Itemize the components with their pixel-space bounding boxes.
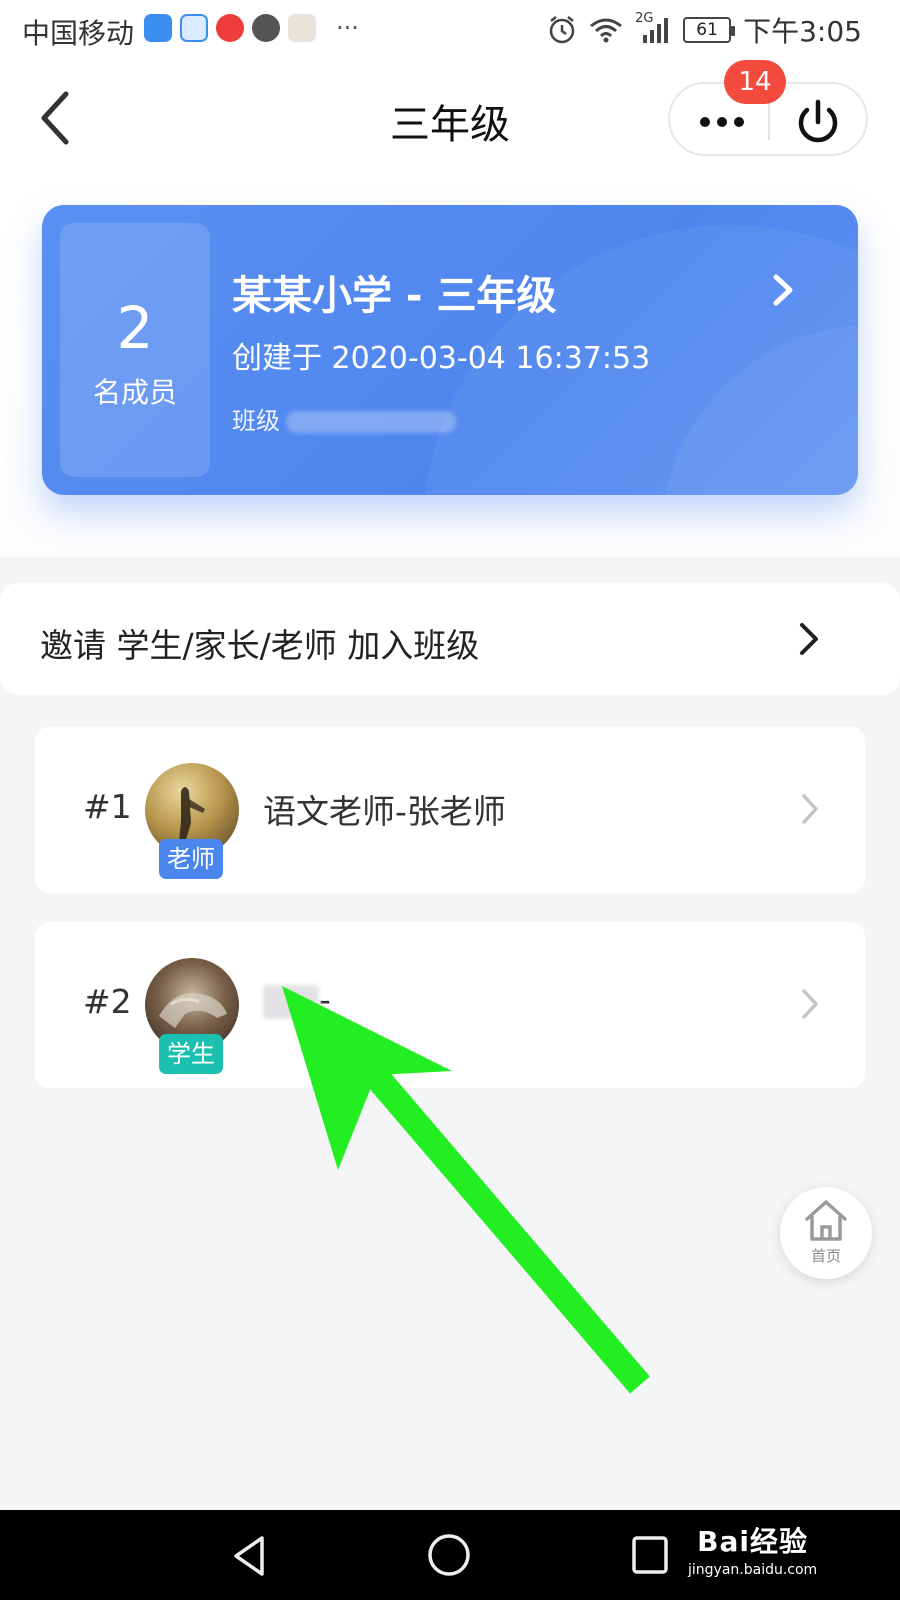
shield-app-icon — [144, 14, 172, 42]
member-name-blurred — [263, 984, 319, 1019]
nav-back-icon[interactable] — [228, 1534, 272, 1578]
member-row[interactable]: #2 学生 - — [35, 922, 865, 1088]
more-notifications-icon: ··· — [336, 14, 359, 42]
carrier-name: 中国移动 — [22, 17, 135, 50]
member-index: #1 — [83, 787, 132, 826]
member-name: - — [319, 980, 331, 1019]
browser-app-icon — [252, 14, 280, 42]
class-code-blurred — [286, 411, 456, 433]
watermark-logo-text: Bai经验 — [697, 1525, 809, 1558]
member-count-label: 名成员 — [92, 376, 177, 409]
member-name: 语文老师-张老师 — [263, 792, 506, 831]
user-app-icon — [180, 14, 208, 42]
member-index: #2 — [83, 982, 132, 1021]
clock: 下午3:05 — [743, 15, 862, 48]
wifi-icon — [590, 18, 623, 43]
chevron-right-icon — [802, 794, 818, 824]
watermark-url: jingyan.baidu.com — [688, 1562, 818, 1578]
status-bar: 中国移动 ··· 2G 61 下午3:05 — [0, 0, 900, 62]
created-time: 创建于 2020-03-04 16:37:53 — [232, 341, 651, 376]
role-tag-student: 学生 — [159, 1034, 223, 1074]
class-code-row: 班级 — [232, 401, 456, 436]
home-label: 首页 — [810, 1247, 841, 1265]
member-name-row: - — [263, 980, 331, 1019]
chevron-right-icon[interactable] — [764, 265, 804, 315]
system-navigation-bar: Bai经验 jingyan.baidu.com — [0, 1510, 900, 1600]
battery-icon: 61 — [683, 17, 736, 43]
nav-recent-apps-icon[interactable] — [630, 1534, 670, 1576]
baidu-jingyan-watermark: Bai经验 jingyan.baidu.com — [688, 1520, 817, 1578]
signal-icon: 2G — [635, 11, 671, 45]
notification-badge: 14 — [724, 60, 786, 104]
nav-home-icon[interactable] — [426, 1532, 472, 1578]
role-tag-teacher: 老师 — [159, 839, 223, 879]
chevron-right-icon — [800, 623, 818, 655]
school-class-name: 某某小学 - 三年级 — [232, 273, 557, 319]
member-count-box: 2 名成员 — [60, 223, 210, 477]
alarm-icon — [549, 16, 575, 44]
invite-label: 邀请 学生/家长/老师 加入班级 — [40, 626, 480, 665]
member-count: 2 — [116, 294, 154, 362]
capsule-divider — [768, 102, 770, 140]
home-icon — [805, 1200, 847, 1241]
power-icon[interactable] — [776, 90, 860, 150]
notification-icons: ··· — [144, 14, 359, 42]
class-info-card[interactable]: 2 名成员 某某小学 - 三年级 创建于 2020-03-04 16:37:53… — [42, 205, 858, 495]
member-row[interactable]: #1 老师 语文老师-张老师 — [35, 727, 865, 893]
invite-row[interactable]: 邀请 学生/家长/老师 加入班级 — [0, 583, 900, 695]
system-status: 2G 61 下午3:05 — [547, 10, 862, 50]
music-app-icon — [216, 14, 244, 42]
class-code-label: 班级 — [232, 407, 280, 435]
home-button[interactable]: 首页 — [780, 1187, 872, 1279]
chevron-right-icon — [802, 989, 818, 1019]
gallery-app-icon — [288, 14, 316, 42]
